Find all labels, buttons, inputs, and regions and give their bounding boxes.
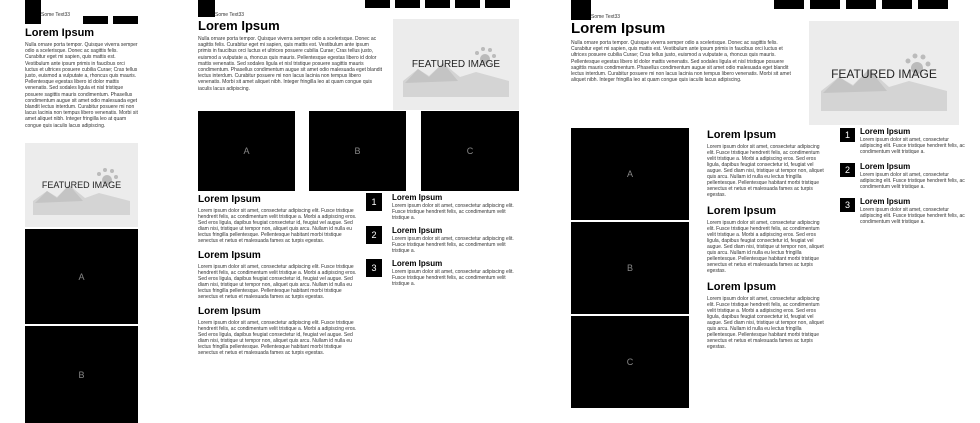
section-title: Lorem Ipsum <box>707 205 777 217</box>
side-item-body: Lorem ipsum dolor sit amet, consectetur … <box>860 207 965 225</box>
tile-label: A <box>243 146 250 156</box>
side-item-title: Lorem Ipsum <box>392 193 443 202</box>
section-title: Lorem Ipsum <box>707 281 777 293</box>
tile-label: B <box>354 146 361 156</box>
nav-item-1[interactable] <box>83 16 108 24</box>
nav-item-4[interactable] <box>882 0 912 9</box>
nav-item-4[interactable] <box>455 0 480 8</box>
section-body: Lorem ipsum dolor sit amet, consectetur … <box>198 320 357 356</box>
logo-text: Some Text33 <box>41 12 71 18</box>
section-body: Lorem ipsum dolor sit amet, consectetur … <box>198 208 357 244</box>
tile-a[interactable]: A <box>25 229 138 324</box>
nav-item-5[interactable] <box>918 0 948 9</box>
nav-item-1[interactable] <box>774 0 804 9</box>
section-title: Lorem Ipsum <box>198 250 261 261</box>
nav-item-5[interactable] <box>485 0 510 8</box>
logo-block[interactable] <box>571 0 591 20</box>
side-item-number[interactable]: 1 <box>840 128 855 142</box>
tile-c[interactable]: C <box>421 111 519 191</box>
section-body: Lorem ipsum dolor sit amet, consectetur … <box>707 296 824 350</box>
tablet-layout: Some Text33 Lorem Ipsum Nulla ornare por… <box>190 0 530 423</box>
logo-block[interactable] <box>198 0 215 17</box>
featured-image: FEATURED IMAGE <box>809 21 959 125</box>
nav-item-2[interactable] <box>395 0 420 8</box>
section-title: Lorem Ipsum <box>707 129 777 141</box>
side-item-number[interactable]: 3 <box>840 198 855 212</box>
side-item-title: Lorem Ipsum <box>392 259 443 268</box>
section-title: Lorem Ipsum <box>198 194 261 205</box>
section-body: Lorem ipsum dolor sit amet, consectetur … <box>707 144 824 198</box>
section-body: Lorem ipsum dolor sit amet, consectetur … <box>707 220 824 274</box>
article-body: Nulla ornare porta tempor. Quisque viver… <box>198 36 382 92</box>
side-item-title: Lorem Ipsum <box>392 226 443 235</box>
tile-b[interactable]: B <box>571 222 689 314</box>
page-title: Lorem Ipsum <box>571 20 666 37</box>
tile-b[interactable]: B <box>25 326 138 423</box>
article-body: Nulla ornare porta tempor. Quisque viver… <box>25 42 138 129</box>
tile-b[interactable]: B <box>309 111 406 191</box>
tile-label: B <box>78 369 85 380</box>
side-item-title: Lorem Ipsum <box>860 127 911 136</box>
side-item-body: Lorem ipsum dolor sit amet, consectetur … <box>860 137 965 155</box>
tile-label: B <box>626 263 633 273</box>
mobile-layout: Some Text33 Lorem Ipsum Nulla ornare por… <box>0 0 150 423</box>
tile-label: A <box>78 271 85 282</box>
nav-item-2[interactable] <box>113 16 138 24</box>
side-item-title: Lorem Ipsum <box>860 162 911 171</box>
tile-label: C <box>466 146 474 156</box>
side-item-number[interactable]: 2 <box>840 163 855 177</box>
tile-a[interactable]: A <box>571 128 689 220</box>
desktop-layout: Some Text33 Lorem Ipsum Nulla ornare por… <box>560 0 980 423</box>
side-item-body: Lorem ipsum dolor sit amet, consectetur … <box>860 172 965 190</box>
tile-label: C <box>626 357 634 367</box>
logo-block[interactable] <box>25 0 41 24</box>
page-title: Lorem Ipsum <box>25 27 95 39</box>
side-item-body: Lorem ipsum dolor sit amet, consectetur … <box>392 236 514 254</box>
nav-item-3[interactable] <box>425 0 450 8</box>
section-body: Lorem ipsum dolor sit amet, consectetur … <box>198 264 357 300</box>
nav-item-2[interactable] <box>810 0 840 9</box>
tile-label: A <box>626 169 633 179</box>
tile-a[interactable]: A <box>198 111 295 191</box>
side-item-number[interactable]: 1 <box>366 193 382 211</box>
featured-image: FEATURED IMAGE <box>393 19 519 110</box>
side-item-title: Lorem Ipsum <box>860 197 911 206</box>
nav-item-3[interactable] <box>846 0 876 9</box>
featured-image-caption: FEATURED IMAGE <box>411 59 501 70</box>
article-body: Nulla ornare porta tempor. Quisque viver… <box>571 40 791 84</box>
side-item-number[interactable]: 3 <box>366 259 382 277</box>
featured-image-caption: FEATURED IMAGE <box>41 180 122 190</box>
side-item-number[interactable]: 2 <box>366 226 382 244</box>
tile-c[interactable]: C <box>571 316 689 408</box>
nav-item-1[interactable] <box>365 0 390 8</box>
featured-image-caption: FEATURED IMAGE <box>831 67 937 81</box>
section-title: Lorem Ipsum <box>198 306 261 317</box>
side-item-body: Lorem ipsum dolor sit amet, consectetur … <box>392 203 514 221</box>
featured-image: FEATURED IMAGE <box>25 143 138 227</box>
page-title: Lorem Ipsum <box>198 18 280 33</box>
side-item-body: Lorem ipsum dolor sit amet, consectetur … <box>392 269 514 287</box>
